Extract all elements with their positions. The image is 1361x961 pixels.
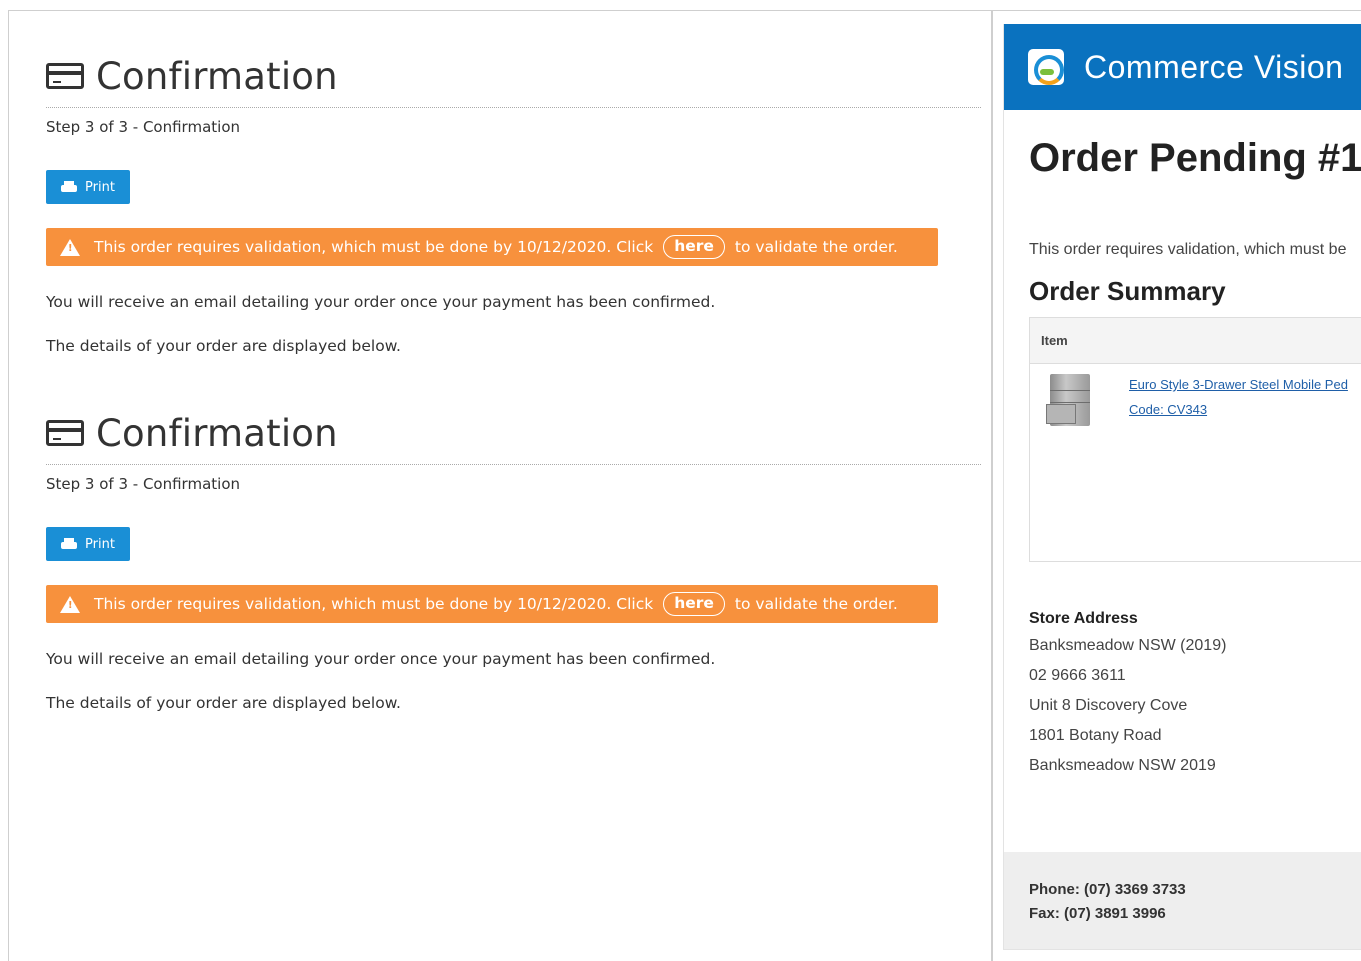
confirmation-heading: Confirmation <box>46 411 981 455</box>
store-line: 1801 Botany Road <box>1029 727 1162 744</box>
alert-text: This order requires validation, which mu… <box>94 595 654 613</box>
validate-here-link[interactable]: here <box>663 235 725 259</box>
warning-icon: ! <box>60 238 80 256</box>
panel-separator <box>992 10 993 961</box>
step-indicator: Step 3 of 3 - Confirmation <box>46 118 240 136</box>
store-line: Banksmeadow NSW 2019 <box>1029 757 1216 774</box>
table-row: Euro Style 3-Drawer Steel Mobile Ped Cod… <box>1030 364 1361 428</box>
printer-icon <box>61 538 78 550</box>
brand-header: Commerce Vision <box>1004 24 1361 110</box>
brand-name: Commerce Vision <box>1084 48 1344 85</box>
confirmation-section: Confirmation Step 3 of 3 - Confirmation … <box>46 411 981 712</box>
validate-here-link[interactable]: here <box>663 592 725 616</box>
store-line: 02 9666 3611 <box>1029 667 1126 684</box>
printer-icon <box>61 181 78 193</box>
confirmation-title: Confirmation <box>96 54 338 98</box>
email-note: You will receive an email detailing your… <box>46 293 716 311</box>
details-note: The details of your order are displayed … <box>46 694 401 712</box>
print-label: Print <box>85 179 115 195</box>
order-summary-title: Order Summary <box>1029 276 1226 306</box>
print-label: Print <box>85 536 115 552</box>
store-address-title: Store Address <box>1029 610 1138 627</box>
email-footer: Phone: (07) 3369 3733 Fax: (07) 3891 399… <box>1004 852 1361 949</box>
store-line: Banksmeadow NSW (2019) <box>1029 637 1227 654</box>
email-note: You will receive an email detailing your… <box>46 650 716 668</box>
validation-alert: ! This order requires validation, which … <box>46 585 938 623</box>
confirmation-heading: Confirmation <box>46 54 981 98</box>
frame-border <box>992 10 1361 11</box>
product-image <box>1044 372 1098 428</box>
alert-text-end: to validate the order. <box>734 238 898 256</box>
print-button[interactable]: Print <box>46 170 130 204</box>
product-name-link[interactable]: Euro Style 3-Drawer Steel Mobile Ped <box>1129 372 1348 397</box>
step-indicator: Step 3 of 3 - Confirmation <box>46 475 240 493</box>
commerce-vision-logo <box>1028 49 1064 85</box>
credit-card-icon <box>46 63 84 89</box>
divider <box>46 464 981 465</box>
confirmation-section: Confirmation Step 3 of 3 - Confirmation … <box>46 54 981 355</box>
product-code-link[interactable]: Code: CV343 <box>1129 397 1348 422</box>
validation-text: This order requires validation, which mu… <box>1029 241 1347 258</box>
details-note: The details of your order are displayed … <box>46 337 401 355</box>
credit-card-icon <box>46 420 84 446</box>
table-header-item: Item <box>1030 318 1361 364</box>
print-button[interactable]: Print <box>46 527 130 561</box>
divider <box>46 107 981 108</box>
validation-alert: ! This order requires validation, which … <box>46 228 938 266</box>
store-line: Unit 8 Discovery Cove <box>1029 697 1188 714</box>
order-title: Order Pending #1 <box>1029 136 1361 180</box>
email-preview-panel: Commerce Vision Order Pending #1 This or… <box>1003 24 1361 950</box>
footer-fax: Fax: (07) 3891 3996 <box>1029 905 1166 922</box>
warning-icon: ! <box>60 595 80 613</box>
confirmation-title: Confirmation <box>96 411 338 455</box>
store-address: Store Address Banksmeadow NSW (2019) 02 … <box>1029 610 1361 781</box>
footer-phone: Phone: (07) 3369 3733 <box>1029 881 1186 898</box>
alert-text-end: to validate the order. <box>734 595 898 613</box>
order-items-table: Item Euro Style 3-Drawer Steel Mobile Pe… <box>1029 317 1361 562</box>
item-info: Euro Style 3-Drawer Steel Mobile Ped Cod… <box>1129 372 1348 428</box>
alert-text: This order requires validation, which mu… <box>94 238 654 256</box>
